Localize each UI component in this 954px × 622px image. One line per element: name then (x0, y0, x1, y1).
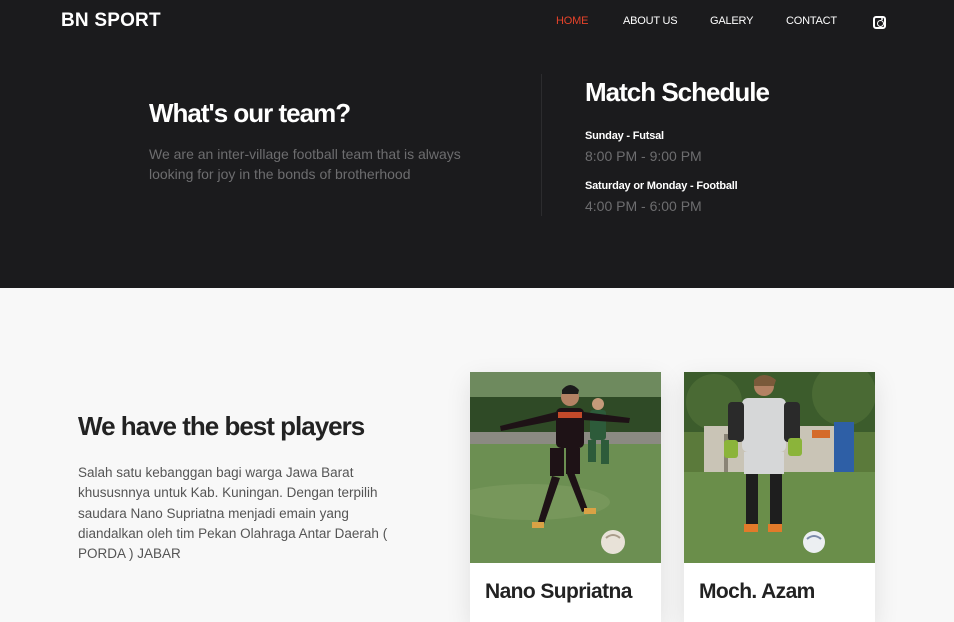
nav-home[interactable]: HOME (556, 15, 588, 27)
nav-about-us[interactable]: ABOUT US (623, 15, 678, 27)
players-heading: We have the best players (78, 411, 365, 441)
player-card[interactable]: Moch. Azam (684, 372, 875, 622)
player-photo (684, 372, 875, 563)
main-nav: HOME ABOUT US GALERY CONTACT (0, 15, 954, 31)
schedule-slot-label: Sunday - Futsal (585, 130, 664, 142)
team-description: We are an inter-village football team th… (149, 146, 461, 182)
player-name: Nano Supriatna (485, 580, 632, 603)
players-description: Salah satu kebanggan bagi warga Jawa Bar… (78, 465, 388, 562)
nav-galery[interactable]: GALERY (710, 15, 753, 27)
team-heading: What's our team? (149, 98, 351, 128)
player-card[interactable]: Nano Supriatna (470, 372, 661, 622)
nav-contact[interactable]: CONTACT (786, 15, 837, 27)
instagram-icon[interactable] (873, 16, 886, 29)
player-photo (470, 372, 661, 563)
schedule-slot-time: 4:00 PM - 6:00 PM (585, 198, 702, 214)
schedule-slot-label: Saturday or Monday - Football (585, 180, 738, 192)
schedule-heading: Match Schedule (585, 77, 770, 107)
section-divider (541, 74, 542, 216)
hero-section: BN SPORT HOME ABOUT US GALERY CONTACT Wh… (0, 0, 954, 288)
schedule-slot-time: 8:00 PM - 9:00 PM (585, 148, 702, 164)
player-name: Moch. Azam (699, 580, 815, 603)
